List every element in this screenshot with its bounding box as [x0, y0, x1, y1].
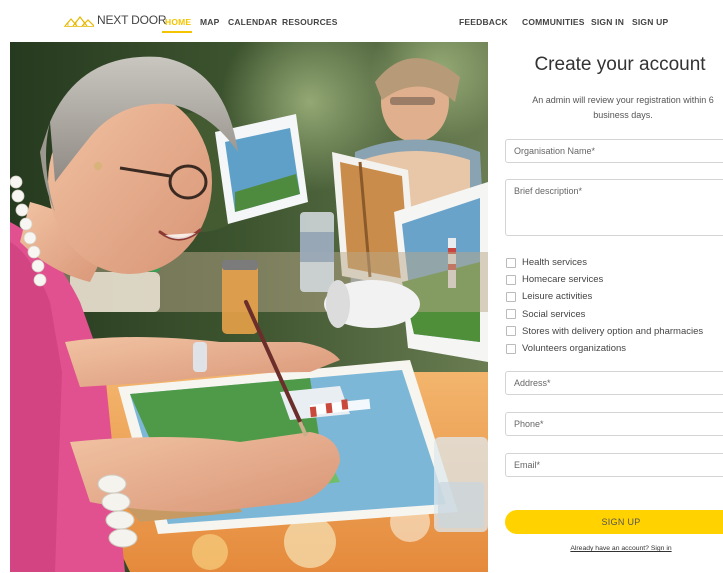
sign-in-link[interactable]: Already have an account? Sign in — [563, 545, 679, 552]
brand-logo[interactable]: NEXT DOOR — [64, 13, 167, 27]
sign-up-button[interactable]: SIGN UP — [505, 510, 723, 534]
category-social[interactable]: Social services — [506, 306, 703, 323]
painting-seniors-illustration — [10, 42, 488, 572]
checkbox[interactable] — [506, 343, 516, 354]
category-health[interactable]: Health services — [506, 254, 703, 271]
nav-home-underline — [162, 31, 192, 33]
signup-form-panel: Create your account An admin will review… — [488, 42, 723, 573]
address-input[interactable] — [505, 371, 723, 395]
nav-home[interactable]: HOME — [165, 17, 191, 27]
nav-resources[interactable]: RESOURCES — [282, 17, 338, 27]
organisation-name-input[interactable] — [505, 139, 723, 163]
nav-map[interactable]: MAP — [200, 17, 220, 27]
phone-input[interactable] — [505, 412, 723, 436]
email-input[interactable] — [505, 453, 723, 477]
nav-sign-up[interactable]: SIGN UP — [632, 17, 668, 27]
checkbox[interactable] — [506, 309, 516, 320]
category-homecare[interactable]: Homecare services — [506, 271, 703, 288]
category-stores[interactable]: Stores with delivery option and pharmaci… — [506, 323, 703, 340]
house-roofs-icon — [64, 16, 94, 27]
form-title: Create your account — [534, 54, 706, 75]
checkbox[interactable] — [506, 274, 516, 285]
hero-photo — [10, 42, 488, 572]
form-subtitle: An admin will review your registration w… — [532, 95, 714, 120]
checkbox[interactable] — [506, 291, 516, 302]
nav-calendar[interactable]: CALENDAR — [228, 17, 277, 27]
checkbox[interactable] — [506, 257, 516, 268]
brand-name: NEXT DOOR — [97, 13, 167, 27]
category-volunteers[interactable]: Volunteers organizations — [506, 340, 703, 357]
nav-communities[interactable]: COMMUNITIES — [522, 17, 585, 27]
brief-description-input[interactable] — [505, 179, 723, 236]
checkbox[interactable] — [506, 326, 516, 337]
nav-sign-in[interactable]: SIGN IN — [591, 17, 624, 27]
top-navigation-bar: NEXT DOOR HOME MAP CALENDAR RESOURCES FE… — [0, 0, 723, 42]
category-checkbox-list: Health services Homecare services Leisur… — [506, 254, 703, 357]
category-leisure[interactable]: Leisure activities — [506, 288, 703, 305]
nav-feedback[interactable]: FEEDBACK — [459, 17, 508, 27]
